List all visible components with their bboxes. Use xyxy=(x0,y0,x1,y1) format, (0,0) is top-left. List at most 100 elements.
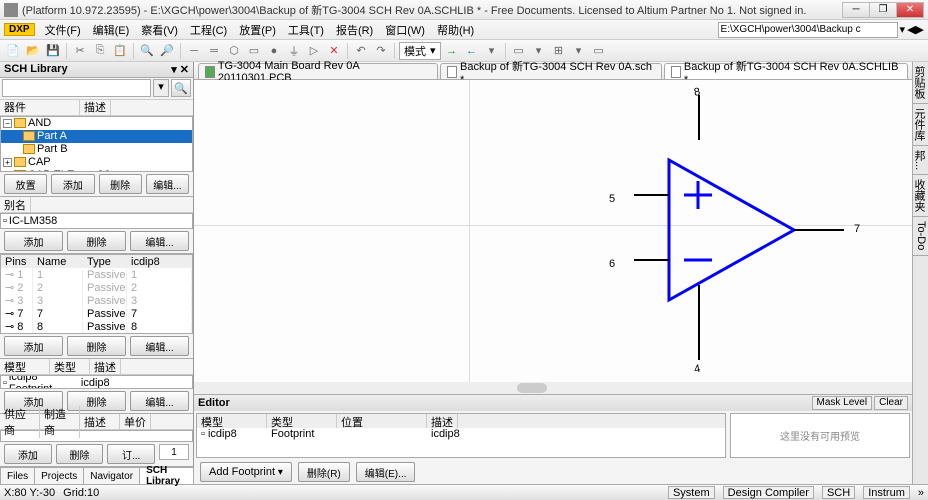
horizontal-scrollbar[interactable] xyxy=(194,382,912,394)
models-list[interactable]: ▫icdip8 Footprinticdip8 xyxy=(0,375,193,389)
dxp-badge[interactable]: DXP xyxy=(4,23,35,36)
menu-edit[interactable]: 编辑(E) xyxy=(87,22,136,38)
pin-4-label: 4 xyxy=(693,363,701,376)
path-dropdown-icon[interactable]: ▾ xyxy=(898,23,908,36)
wire-icon[interactable]: ─ xyxy=(185,42,203,60)
list-item: ▫icdip8 Footprinticdip8 xyxy=(1,376,192,389)
mask-level-button[interactable]: Mask Level xyxy=(812,396,873,410)
rtab-library[interactable]: 元件库 xyxy=(913,104,928,146)
panel-close-icon[interactable]: ✕ xyxy=(180,64,189,76)
zoom-fit-icon[interactable]: 🔍 xyxy=(138,42,156,60)
alias-list[interactable]: ▫IC-LM358 xyxy=(0,213,193,229)
status-system[interactable]: System xyxy=(668,486,715,499)
menu-project[interactable]: 工程(C) xyxy=(184,22,233,38)
arrow-right-icon[interactable]: → xyxy=(443,42,461,60)
supplier-add-button[interactable]: 添加 xyxy=(4,444,52,464)
menu-report[interactable]: 报告(R) xyxy=(330,22,379,38)
power-icon[interactable]: ⏚ xyxy=(285,42,303,60)
status-xy: X:80 Y:-30 xyxy=(4,487,55,499)
editor-panel: Editor Mask Level Clear 模型 类型 位置 描述 ▫ ic… xyxy=(194,394,912,484)
tab-files[interactable]: Files xyxy=(0,467,35,484)
supplier-delete-button[interactable]: 删除 xyxy=(56,444,104,464)
tree-row: +CAP xyxy=(1,156,192,169)
maximize-button[interactable]: ❐ xyxy=(869,2,897,18)
pin-add-button[interactable]: 添加 xyxy=(4,336,63,356)
rtab-clipboard[interactable]: 剪贴板 xyxy=(913,62,928,104)
mode-combo[interactable]: 模式▾ xyxy=(399,42,441,60)
clear-button[interactable]: Clear xyxy=(874,396,908,410)
qty-stepper[interactable] xyxy=(159,444,189,460)
schematic-canvas[interactable]: 5 6 7 8 4 xyxy=(194,80,912,382)
status-sch[interactable]: SCH xyxy=(822,486,855,499)
pins-grid[interactable]: Pins Name Type icdip8 ⊸ 11Passive1 ⊸ 22P… xyxy=(0,254,193,334)
open-icon[interactable]: 📂 xyxy=(24,42,42,60)
minimize-button[interactable]: ─ xyxy=(842,2,870,18)
opamp-symbol: 5 6 7 8 4 xyxy=(394,80,894,382)
window-title: (Platform 10.972.23595) - E:\XGCH\power\… xyxy=(22,2,843,18)
rtab-misc[interactable]: 邦... xyxy=(913,146,928,175)
port-icon[interactable]: ▭ xyxy=(245,42,263,60)
status-instr[interactable]: Instrum xyxy=(863,486,910,499)
alias-add-button[interactable]: 添加 xyxy=(4,231,63,251)
menu-place[interactable]: 放置(P) xyxy=(233,22,282,38)
filter-input[interactable] xyxy=(2,79,151,97)
tree-row: Part B xyxy=(1,143,192,156)
new-icon[interactable]: 📄 xyxy=(4,42,22,60)
search-button[interactable]: 🔍 xyxy=(171,79,191,97)
doc-tab[interactable]: Backup of 新TG-3004 SCH Rev 0A.SCHLIB * xyxy=(664,63,908,79)
close-button[interactable]: ✕ xyxy=(896,2,924,18)
part-icon[interactable]: ▷ xyxy=(305,42,323,60)
edit-footprint-button[interactable]: 编辑(E)... xyxy=(356,462,416,482)
menu-file[interactable]: 文件(F) xyxy=(39,22,87,38)
junction-icon[interactable]: ● xyxy=(265,42,283,60)
paste-icon[interactable]: 📋 xyxy=(111,42,129,60)
menu-help[interactable]: 帮助(H) xyxy=(431,22,480,38)
alias-edit-button[interactable]: 编辑... xyxy=(130,231,189,251)
net-icon[interactable]: ⬡ xyxy=(225,42,243,60)
model-edit-button[interactable]: 编辑... xyxy=(130,391,189,411)
pin-8-label: 8 xyxy=(693,86,701,99)
save-icon[interactable]: 💾 xyxy=(44,42,62,60)
undo-icon[interactable]: ↶ xyxy=(352,42,370,60)
panel-header: SCH Library ▾ ✕ xyxy=(0,62,193,78)
alias-delete-button[interactable]: 删除 xyxy=(67,231,126,251)
tab-navigator[interactable]: Navigator xyxy=(83,467,140,484)
tab-schlib[interactable]: SCH Library xyxy=(139,467,194,484)
component-tree[interactable]: −AND Part A Part B +CAP +CAP ELEC? xyxy=(0,116,193,172)
delete-footprint-button[interactable]: 删除(R) xyxy=(298,462,350,482)
edit-button[interactable]: 编辑... xyxy=(146,174,189,194)
status-dc[interactable]: Design Compiler xyxy=(723,486,814,499)
redo-icon[interactable]: ↷ xyxy=(372,42,390,60)
copy-icon[interactable]: ⎘ xyxy=(91,42,109,60)
supplier-order-button[interactable]: 订... xyxy=(107,444,155,464)
path-input[interactable] xyxy=(718,22,898,38)
delete-button[interactable]: 删除 xyxy=(99,174,142,194)
path-back-icon[interactable]: ◀ xyxy=(907,23,915,36)
status-pin-icon[interactable]: » xyxy=(918,487,924,499)
noerc-icon[interactable]: ✕ xyxy=(325,42,343,60)
menu-window[interactable]: 窗口(W) xyxy=(379,22,431,38)
cut-icon[interactable]: ✂ xyxy=(71,42,89,60)
col-name[interactable]: 器件 xyxy=(0,99,80,115)
doc-tab[interactable]: Backup of 新TG-3004 SCH Rev 0A.sch * xyxy=(440,63,662,79)
editor-grid[interactable]: 模型 类型 位置 描述 ▫ icdip8 Footprint icdip8 xyxy=(196,413,726,458)
rtab-favorites[interactable]: 收藏夹 xyxy=(913,175,928,217)
zoom-area-icon[interactable]: 🔎 xyxy=(158,42,176,60)
rtab-todo[interactable]: To-Do xyxy=(913,217,928,255)
panel-pin-icon[interactable]: ▾ xyxy=(171,64,177,76)
place-button[interactable]: 放置 xyxy=(4,174,47,194)
add-button[interactable]: 添加 xyxy=(51,174,94,194)
add-footprint-button[interactable]: Add Footprint ▾ xyxy=(200,462,292,482)
sch-icon xyxy=(671,66,681,78)
footprint-preview: 这里没有可用预览 xyxy=(730,413,910,458)
pin-delete-button[interactable]: 删除 xyxy=(67,336,126,356)
menu-view[interactable]: 察看(V) xyxy=(135,22,184,38)
path-fwd-icon[interactable]: ▶ xyxy=(916,23,924,36)
menu-tools[interactable]: 工具(T) xyxy=(282,22,330,38)
bus-icon[interactable]: ═ xyxy=(205,42,223,60)
doc-tab[interactable]: TG-3004 Main Board Rev 0A 20110301.PCB xyxy=(198,63,438,79)
filter-dropdown-icon[interactable]: ▾ xyxy=(153,79,169,97)
pin-edit-button[interactable]: 编辑... xyxy=(130,336,189,356)
tab-projects[interactable]: Projects xyxy=(34,467,84,484)
col-desc[interactable]: 描述 xyxy=(80,99,111,115)
